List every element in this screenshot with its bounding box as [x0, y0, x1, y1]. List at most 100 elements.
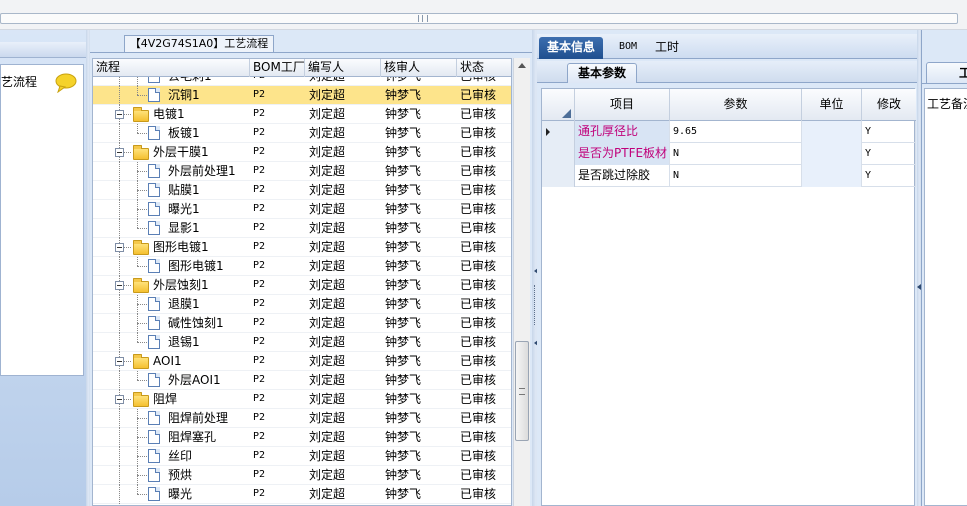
- process-name[interactable]: 外层蚀刻1: [153, 276, 209, 295]
- tree-row[interactable]: 贴膜1 P2 刘定超 钟梦飞 已审核: [93, 181, 511, 200]
- editor-cell: 刘定超: [309, 392, 346, 406]
- tree-row[interactable]: 去毛刺1 P2 刘定超钟梦飞已审核: [93, 77, 511, 86]
- tree-cell: 曝光1: [93, 200, 248, 219]
- row-indicator[interactable]: [542, 143, 575, 165]
- col-header-status[interactable]: 状态: [457, 59, 511, 77]
- bom-factory-cell: P2: [253, 108, 266, 119]
- tab-bom[interactable]: BOM: [611, 37, 645, 59]
- tab-work-hours[interactable]: 工时: [647, 37, 687, 59]
- scrollbar-grip-icon[interactable]: [418, 15, 428, 22]
- scroll-thumb[interactable]: [515, 341, 529, 441]
- bom-factory-cell: P2: [253, 165, 266, 176]
- process-name[interactable]: 外层前处理1: [168, 162, 236, 181]
- left-item-label[interactable]: 艺流程: [1, 73, 37, 90]
- process-name[interactable]: 预烘: [168, 466, 192, 485]
- col-header-unit[interactable]: 单位: [802, 89, 862, 121]
- process-name[interactable]: 曝光: [168, 485, 192, 504]
- param-row[interactable]: 通孔厚径比 9.65 Y: [542, 121, 916, 143]
- process-title-tab[interactable]: 【4V2G74S1A0】工艺流程: [124, 35, 274, 53]
- tree-row[interactable]: AOI1 P2 刘定超 钟梦飞 已审核: [93, 352, 511, 371]
- process-name[interactable]: 丝印: [168, 447, 192, 466]
- tree-row[interactable]: 阻焊 P2 刘定超 钟梦飞 已审核: [93, 390, 511, 409]
- process-name[interactable]: AOI1: [153, 352, 182, 371]
- tree-row[interactable]: 曝光1 P2 刘定超 钟梦飞 已审核: [93, 200, 511, 219]
- tree-line: [137, 456, 147, 457]
- param-value-cell[interactable]: 9.65: [670, 121, 802, 143]
- process-name[interactable]: 阻焊塞孔: [168, 428, 216, 447]
- tree-row[interactable]: 阻焊塞孔 P2 刘定超 钟梦飞 已审核: [93, 428, 511, 447]
- tree-vertical-scrollbar[interactable]: [513, 58, 530, 506]
- tab-basic-info[interactable]: 基本信息: [539, 37, 604, 59]
- checker-cell: 钟梦飞: [385, 430, 422, 444]
- col-header-bom[interactable]: BOM工厂: [250, 59, 305, 77]
- chat-bubble-icon[interactable]: [55, 73, 77, 93]
- folder-icon: [133, 392, 149, 407]
- tree-row[interactable]: 外层AOI1 P2 刘定超 钟梦飞 已审核: [93, 371, 511, 390]
- tree-row[interactable]: 退膜1 P2 刘定超 钟梦飞 已审核: [93, 295, 511, 314]
- corner-triangle-icon: [562, 109, 571, 118]
- param-unit-cell[interactable]: [802, 165, 862, 187]
- process-name[interactable]: 板镀1: [168, 124, 200, 143]
- row-indicator[interactable]: [542, 121, 575, 143]
- process-name[interactable]: 电镀1: [153, 105, 185, 124]
- tree-row[interactable]: 图形电镀1 P2 刘定超 钟梦飞 已审核: [93, 257, 511, 276]
- tree-row[interactable]: 阻焊前处理 P2 刘定超 钟梦飞 已审核: [93, 409, 511, 428]
- tree-row[interactable]: 电镀1 P2 刘定超 钟梦飞 已审核: [93, 105, 511, 124]
- collapse-toggle-icon[interactable]: [115, 395, 124, 404]
- tree-row[interactable]: 曝光 P2 刘定超 钟梦飞 已审核: [93, 485, 511, 504]
- process-name[interactable]: 阻焊前处理: [168, 409, 228, 428]
- col-header-process[interactable]: 流程: [93, 59, 250, 77]
- tree-row[interactable]: 外层前处理1 P2 刘定超 钟梦飞 已审核: [93, 162, 511, 181]
- process-name[interactable]: 阻焊: [153, 390, 177, 409]
- tree-row[interactable]: 丝印 P2 刘定超 钟梦飞 已审核: [93, 447, 511, 466]
- scroll-up-arrow-icon[interactable]: [518, 63, 526, 68]
- tree-row[interactable]: 显影1 P2 刘定超 钟梦飞 已审核: [93, 219, 511, 238]
- process-name[interactable]: 碱性蚀刻1: [168, 314, 224, 333]
- collapse-toggle-icon[interactable]: [115, 110, 124, 119]
- collapse-toggle-icon[interactable]: [115, 148, 124, 157]
- tree-row[interactable]: 板镀1 P2 刘定超 钟梦飞 已审核: [93, 124, 511, 143]
- tree-row[interactable]: 外层干膜1 P2 刘定超 钟梦飞 已审核: [93, 143, 511, 162]
- col-header-editor[interactable]: 编写人: [305, 59, 381, 77]
- collapse-toggle-icon[interactable]: [115, 243, 124, 252]
- process-name[interactable]: 沉铜1: [168, 86, 200, 105]
- tree-row[interactable]: 预烘 P2 刘定超 钟梦飞 已审核: [93, 466, 511, 485]
- process-name[interactable]: 退锡1: [168, 333, 200, 352]
- folder-icon: [133, 107, 149, 122]
- tree-row[interactable]: 退锡1 P2 刘定超 钟梦飞 已审核: [93, 333, 511, 352]
- col-header-param[interactable]: 参数: [670, 89, 802, 121]
- document-icon: [148, 430, 160, 444]
- param-unit-cell[interactable]: [802, 143, 862, 165]
- param-row[interactable]: 是否跳过除胶 N Y: [542, 165, 916, 187]
- tree-row[interactable]: 图形电镀1 P2 刘定超 钟梦飞 已审核: [93, 238, 511, 257]
- process-name[interactable]: 外层干膜1: [153, 143, 209, 162]
- param-unit-cell[interactable]: [802, 121, 862, 143]
- process-name[interactable]: 图形电镀1: [153, 238, 209, 257]
- tree-row[interactable]: 外层蚀刻1 P2 刘定超 钟梦飞 已审核: [93, 276, 511, 295]
- col-header-item[interactable]: 项目: [575, 89, 670, 121]
- process-name[interactable]: 贴膜1: [168, 181, 200, 200]
- horizontal-scrollbar[interactable]: [0, 13, 958, 24]
- process-name[interactable]: 图形电镀1: [168, 257, 224, 276]
- title-divider: [90, 52, 532, 53]
- param-value-cell[interactable]: N: [670, 143, 802, 165]
- tree-row[interactable]: 碱性蚀刻1 P2 刘定超 钟梦飞 已审核: [93, 314, 511, 333]
- process-name[interactable]: 曝光1: [168, 200, 200, 219]
- tree-line: [137, 95, 147, 96]
- process-name[interactable]: 外层AOI1: [168, 371, 221, 390]
- process-name[interactable]: 去毛刺1: [168, 77, 212, 86]
- param-value-cell[interactable]: N: [670, 165, 802, 187]
- tab-basic-params[interactable]: 基本参数: [567, 63, 638, 83]
- row-indicator[interactable]: [542, 165, 575, 187]
- collapse-toggle-icon[interactable]: [115, 357, 124, 366]
- col-header-modify[interactable]: 修改: [862, 89, 916, 121]
- tab-remarks[interactable]: 工: [926, 62, 967, 84]
- process-name[interactable]: 退膜1: [168, 295, 200, 314]
- param-row[interactable]: 是否为PTFE板材 N Y: [542, 143, 916, 165]
- col-header-checker[interactable]: 核审人: [381, 59, 457, 77]
- collapse-toggle-icon[interactable]: [115, 281, 124, 290]
- tree-row[interactable]: 沉铜1 P2 刘定超 钟梦飞 已审核: [93, 86, 511, 105]
- tree-cell: 丝印: [93, 447, 248, 466]
- params-grid: 项目 参数 单位 修改 通孔厚径比 9.65 Y 是否为PTFE板材 N Y 是否跳过除胶 N…: [541, 88, 916, 506]
- process-name[interactable]: 显影1: [168, 219, 200, 238]
